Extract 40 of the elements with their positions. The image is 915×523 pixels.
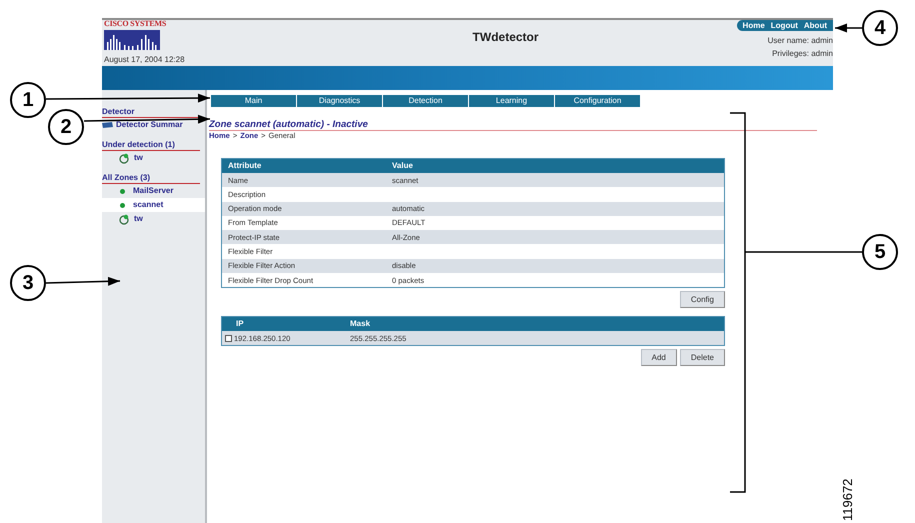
nav-tab[interactable]: Detection bbox=[383, 95, 469, 107]
logo-text: CISCO SYSTEMS bbox=[104, 20, 168, 28]
callout-number: 5 bbox=[862, 234, 898, 270]
globe-icon bbox=[118, 152, 130, 164]
callout-number: 2 bbox=[48, 109, 84, 145]
logo-bars-icon bbox=[104, 30, 160, 50]
column-header: Value bbox=[392, 160, 414, 172]
app-title: TWdetector bbox=[472, 29, 539, 46]
sidebar-heading: Detector bbox=[102, 107, 200, 118]
globe-icon bbox=[118, 214, 130, 224]
sidebar-item[interactable]: tw bbox=[102, 212, 205, 226]
top-link[interactable]: Logout bbox=[770, 22, 798, 30]
callout-number: 4 bbox=[862, 10, 898, 46]
top-link[interactable]: Home bbox=[742, 22, 765, 30]
column-header: IP bbox=[235, 318, 245, 330]
sidebar-item[interactable]: MailServer bbox=[102, 184, 205, 198]
privileges-text: Privileges: admin bbox=[772, 48, 833, 60]
page-title: Zone scannet (automatic) - Inactive bbox=[209, 119, 817, 131]
date-text: August 17, 2004 12:28 bbox=[104, 54, 185, 66]
nav-tab[interactable]: Learning bbox=[469, 95, 555, 107]
sidebar-item[interactable]: tw bbox=[102, 151, 205, 165]
nav-tab[interactable]: Configuration bbox=[555, 95, 641, 107]
sidebar-heading: All Zones (3) bbox=[102, 173, 200, 184]
user-name-text: User name: admin bbox=[768, 35, 833, 47]
action-button[interactable]: Config bbox=[680, 291, 725, 308]
action-button[interactable]: Delete bbox=[680, 349, 725, 366]
figure-number: 119672 bbox=[840, 478, 856, 521]
sidebar-item[interactable]: scannet bbox=[102, 198, 205, 212]
row-checkbox[interactable] bbox=[225, 334, 232, 342]
callout-number: 1 bbox=[10, 82, 46, 118]
nav-tab[interactable]: Diagnostics bbox=[297, 95, 383, 107]
callout-number: 3 bbox=[10, 265, 46, 301]
sidebar-heading: Under detection (1) bbox=[102, 140, 200, 151]
sidebar-item[interactable]: Detector Summar bbox=[102, 118, 205, 132]
top-link[interactable]: About bbox=[804, 22, 827, 30]
nav-tab[interactable]: Main bbox=[211, 95, 297, 107]
column-header: Mask bbox=[350, 318, 372, 330]
column-header: Attribute bbox=[227, 160, 262, 172]
action-button[interactable]: Add bbox=[640, 349, 677, 366]
leader-arrow bbox=[835, 24, 862, 32]
